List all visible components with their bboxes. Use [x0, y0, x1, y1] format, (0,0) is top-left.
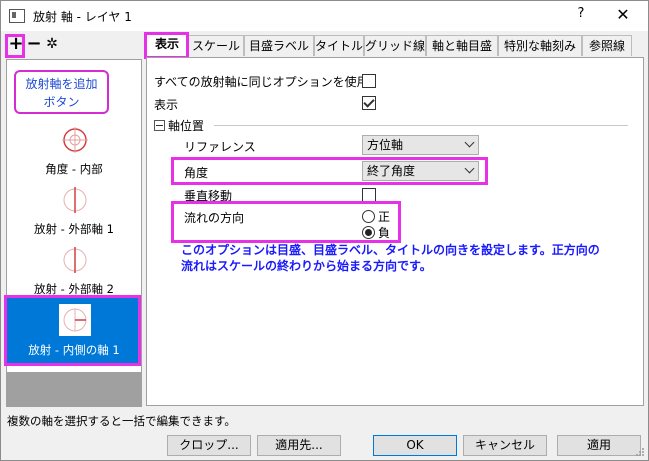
tab-reference-lines[interactable]: 参照線	[582, 35, 632, 56]
crop-button[interactable]: クロップ...	[167, 435, 251, 456]
tab-grid-lines[interactable]: グリッド線	[364, 35, 426, 56]
axis-thumbnail-icon	[63, 247, 87, 273]
angle-select[interactable]: 終了角度	[362, 161, 479, 181]
axis-thumbnail-icon	[63, 187, 87, 213]
dialog-window: 放射 軸 - レイヤ 1 ? ✕ + − ✲ 角度 - 内部 放射 - 外部軸 …	[0, 0, 649, 461]
reference-select[interactable]: 方位軸	[362, 135, 479, 155]
tab-special-ticks[interactable]: 特別な軸刻み	[498, 35, 582, 56]
show-label: 表示	[154, 98, 179, 112]
resize-grip-icon[interactable]	[635, 447, 645, 457]
vertical-move-checkbox[interactable]	[362, 188, 376, 202]
app-icon	[9, 9, 25, 23]
tab-title[interactable]: タイトル	[314, 35, 364, 56]
help-button[interactable]: ?	[569, 6, 593, 21]
flow-direction-label: 流れの方向	[184, 211, 245, 225]
axis-list-empty-area	[7, 372, 141, 406]
show-checkbox[interactable]	[362, 96, 376, 110]
axis-list-item-selected[interactable]: 放射 - 内側の軸 1	[7, 298, 141, 366]
apply-button[interactable]: 適用	[557, 435, 641, 456]
option-description: このオプションは目盛、目盛ラベル、タイトルの向きを設定します。正方向の 流れはス…	[181, 242, 631, 274]
angle-value: 終了角度	[367, 164, 416, 178]
axis-label: 放射 - 外部軸 2	[34, 282, 114, 296]
description-line: 流れはスケールの終わりから始まる方向です。	[181, 259, 432, 273]
flow-negative-radio[interactable]	[362, 226, 375, 239]
window-title: 放射 軸 - レイヤ 1	[33, 10, 132, 24]
group-label: 軸位置	[168, 119, 205, 133]
tooltip-line: ボタン	[43, 95, 80, 109]
close-button[interactable]: ✕	[608, 4, 638, 26]
axis-label: 放射 - 外部軸 1	[34, 222, 114, 236]
axis-thumbnail-icon	[62, 127, 88, 153]
title-bar: 放射 軸 - レイヤ 1 ? ✕	[1, 1, 648, 31]
reference-label: リファレンス	[184, 140, 256, 154]
axis-label: 放射 - 内側の軸 1	[28, 343, 120, 357]
vertical-move-label: 垂直移動	[184, 189, 233, 203]
chevron-down-icon	[464, 163, 475, 174]
flow-positive-label: 正	[378, 210, 391, 224]
collapse-group-icon[interactable]	[154, 120, 165, 131]
tab-scale[interactable]: スケール	[188, 35, 244, 56]
description-line: このオプションは目盛、目盛ラベル、タイトルの向きを設定します。正方向の	[181, 243, 600, 257]
remove-axis-button[interactable]: −	[25, 35, 43, 55]
cancel-button[interactable]: キャンセル	[463, 435, 547, 456]
chevron-down-icon	[464, 137, 475, 148]
tab-axis-ticks[interactable]: 軸と軸目盛	[426, 35, 498, 56]
add-axis-tooltip: 放射軸を追加 ボタン	[14, 70, 109, 114]
axis-thumbnail-icon	[59, 304, 91, 336]
tab-tick-labels[interactable]: 目盛ラベル	[244, 35, 314, 56]
flow-negative-label: 負	[378, 226, 391, 240]
tooltip-line: 放射軸を追加	[25, 77, 98, 91]
display-panel	[146, 57, 644, 406]
apply-to-button[interactable]: 適用先...	[257, 435, 341, 456]
reference-value: 方位軸	[367, 138, 404, 152]
angle-label: 角度	[184, 166, 209, 180]
flow-positive-radio[interactable]	[362, 210, 375, 223]
same-option-checkbox[interactable]	[362, 74, 376, 88]
ok-button[interactable]: OK	[373, 435, 457, 456]
gear-icon[interactable]: ✲	[43, 35, 61, 55]
same-option-label: すべての放射軸に同じオプションを使用	[154, 75, 369, 89]
axis-label: 角度 - 内部	[45, 162, 103, 176]
group-divider	[214, 125, 628, 126]
status-text: 複数の軸を選択すると一括で編集できます。	[7, 414, 236, 428]
add-axis-button[interactable]: +	[7, 35, 25, 55]
tab-display[interactable]: 表示	[146, 33, 188, 57]
